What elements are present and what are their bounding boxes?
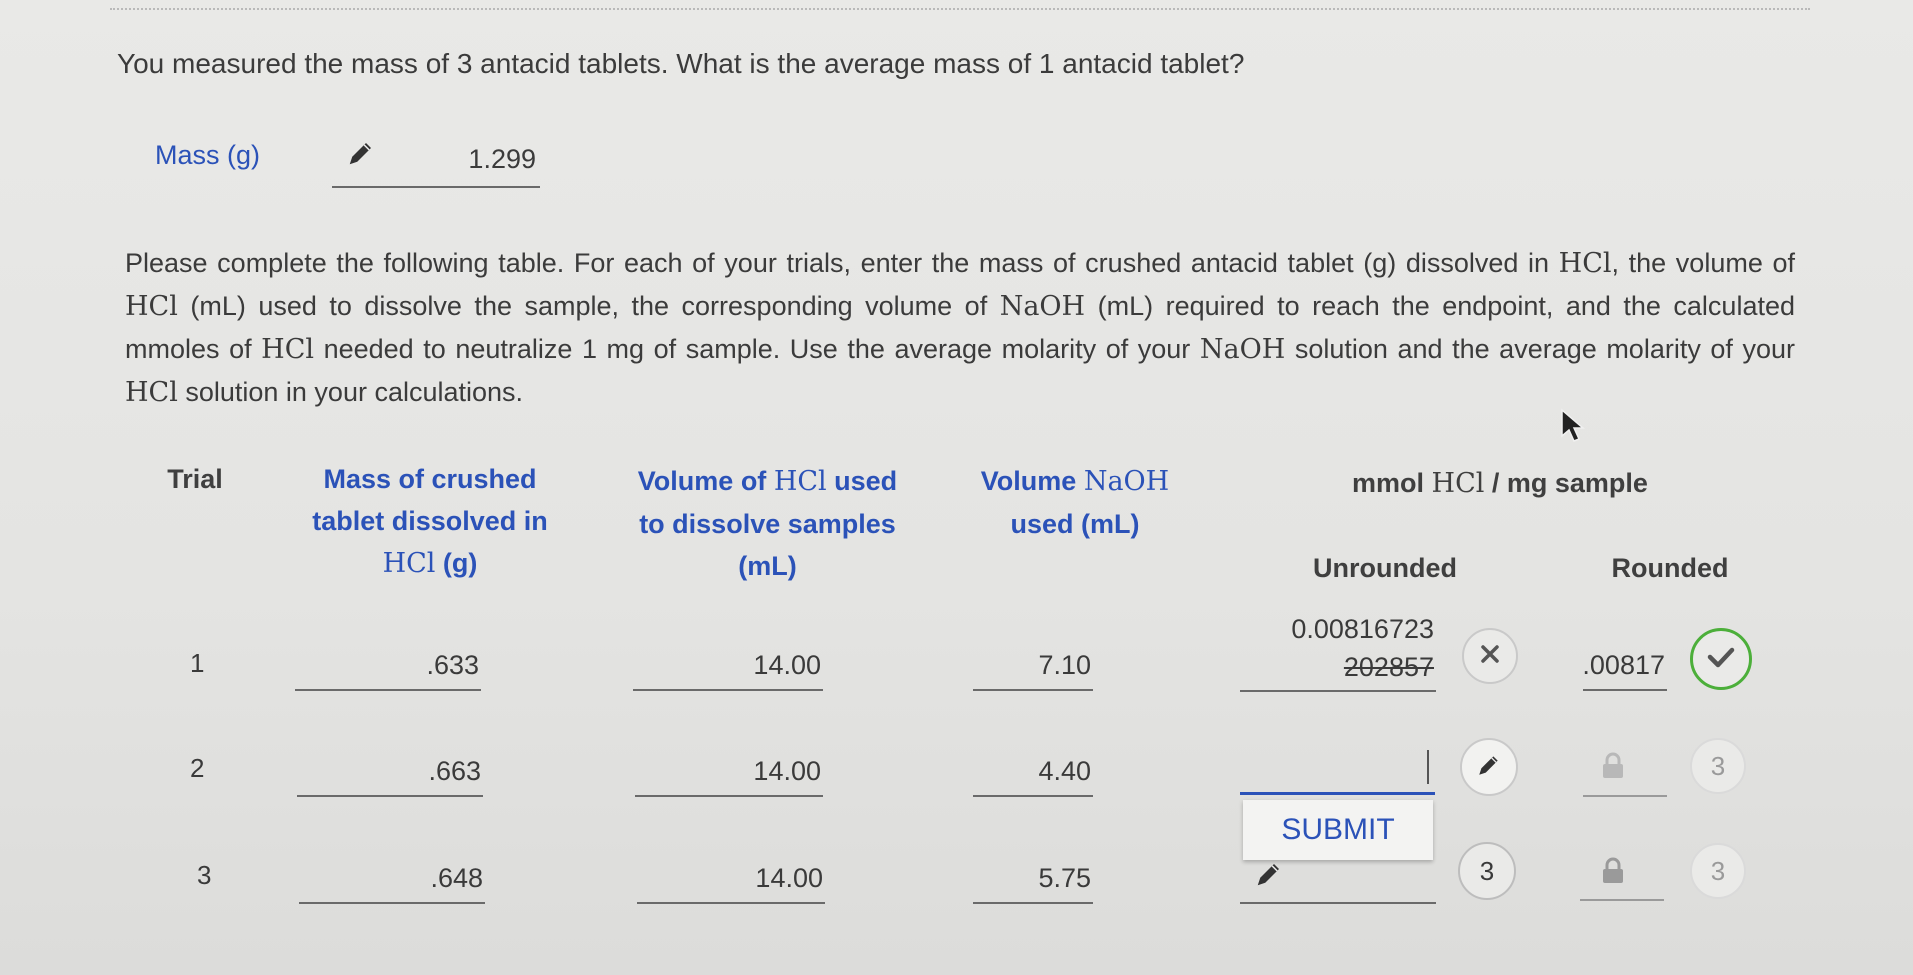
unrounded-input[interactable]: 0.00816723 202857 [1240,610,1436,692]
attempts-remaining: 3 [1690,843,1746,899]
volume-naoh-input[interactable]: 7.10 [973,645,1093,691]
mass-label: Mass (g) [155,140,261,170]
header-volume-naoh: Volume NaOH used (mL) [980,466,1170,539]
trial-number: 3 [197,860,212,890]
volume-hcl-input[interactable]: 14.00 [637,858,825,904]
question-text: You measured the mass of 3 antacid table… [117,48,1245,79]
attempts-remaining: 3 [1458,842,1516,900]
mass-input-field[interactable]: 1.299 [332,130,540,188]
rounded-input-locked [1580,855,1664,901]
mass-input[interactable]: .648 [299,858,485,904]
header-trial: Trial [167,464,223,494]
header-unrounded: Unrounded [1313,553,1457,583]
attempts-remaining: 3 [1690,738,1746,794]
instructions: Please complete the following table. For… [125,248,1796,408]
mouse-pointer-icon [1560,408,1586,449]
volume-hcl-input[interactable]: 14.00 [633,645,823,691]
header-mass: Mass of crushed tablet dissolved in HCl … [312,464,548,579]
rounded-input-locked [1583,751,1667,797]
unrounded-input[interactable] [1240,858,1436,904]
top-divider [110,8,1810,10]
unrounded-input-active[interactable] [1240,740,1435,795]
mass-input[interactable]: .633 [295,645,481,691]
mass-value: 1.299 [468,144,536,174]
rounded-input[interactable]: .00817 [1582,645,1667,691]
volume-naoh-input[interactable]: 5.75 [973,858,1093,904]
text-caret [1427,750,1429,784]
submit-button[interactable]: SUBMIT [1243,800,1433,860]
volume-hcl-input[interactable]: 14.00 [635,751,823,797]
header-volume-hcl: Volume of HCl used to dissolve samples (… [637,466,898,581]
check-icon [1707,646,1735,673]
x-icon [1480,644,1500,669]
mass-input[interactable]: .663 [297,751,483,797]
correct-status [1690,628,1752,690]
volume-naoh-input[interactable]: 4.40 [973,751,1093,797]
trial-number: 1 [190,648,205,678]
header-rounded: Rounded [1611,553,1729,583]
header-mmol: mmol HCl / mg sample [1352,468,1648,499]
pencil-icon [1476,752,1502,783]
incorrect-status [1462,628,1518,684]
pencil-icon[interactable] [1254,859,1284,896]
trial-number: 2 [190,753,205,783]
edit-button[interactable] [1460,738,1518,796]
pencil-icon[interactable] [346,138,376,173]
